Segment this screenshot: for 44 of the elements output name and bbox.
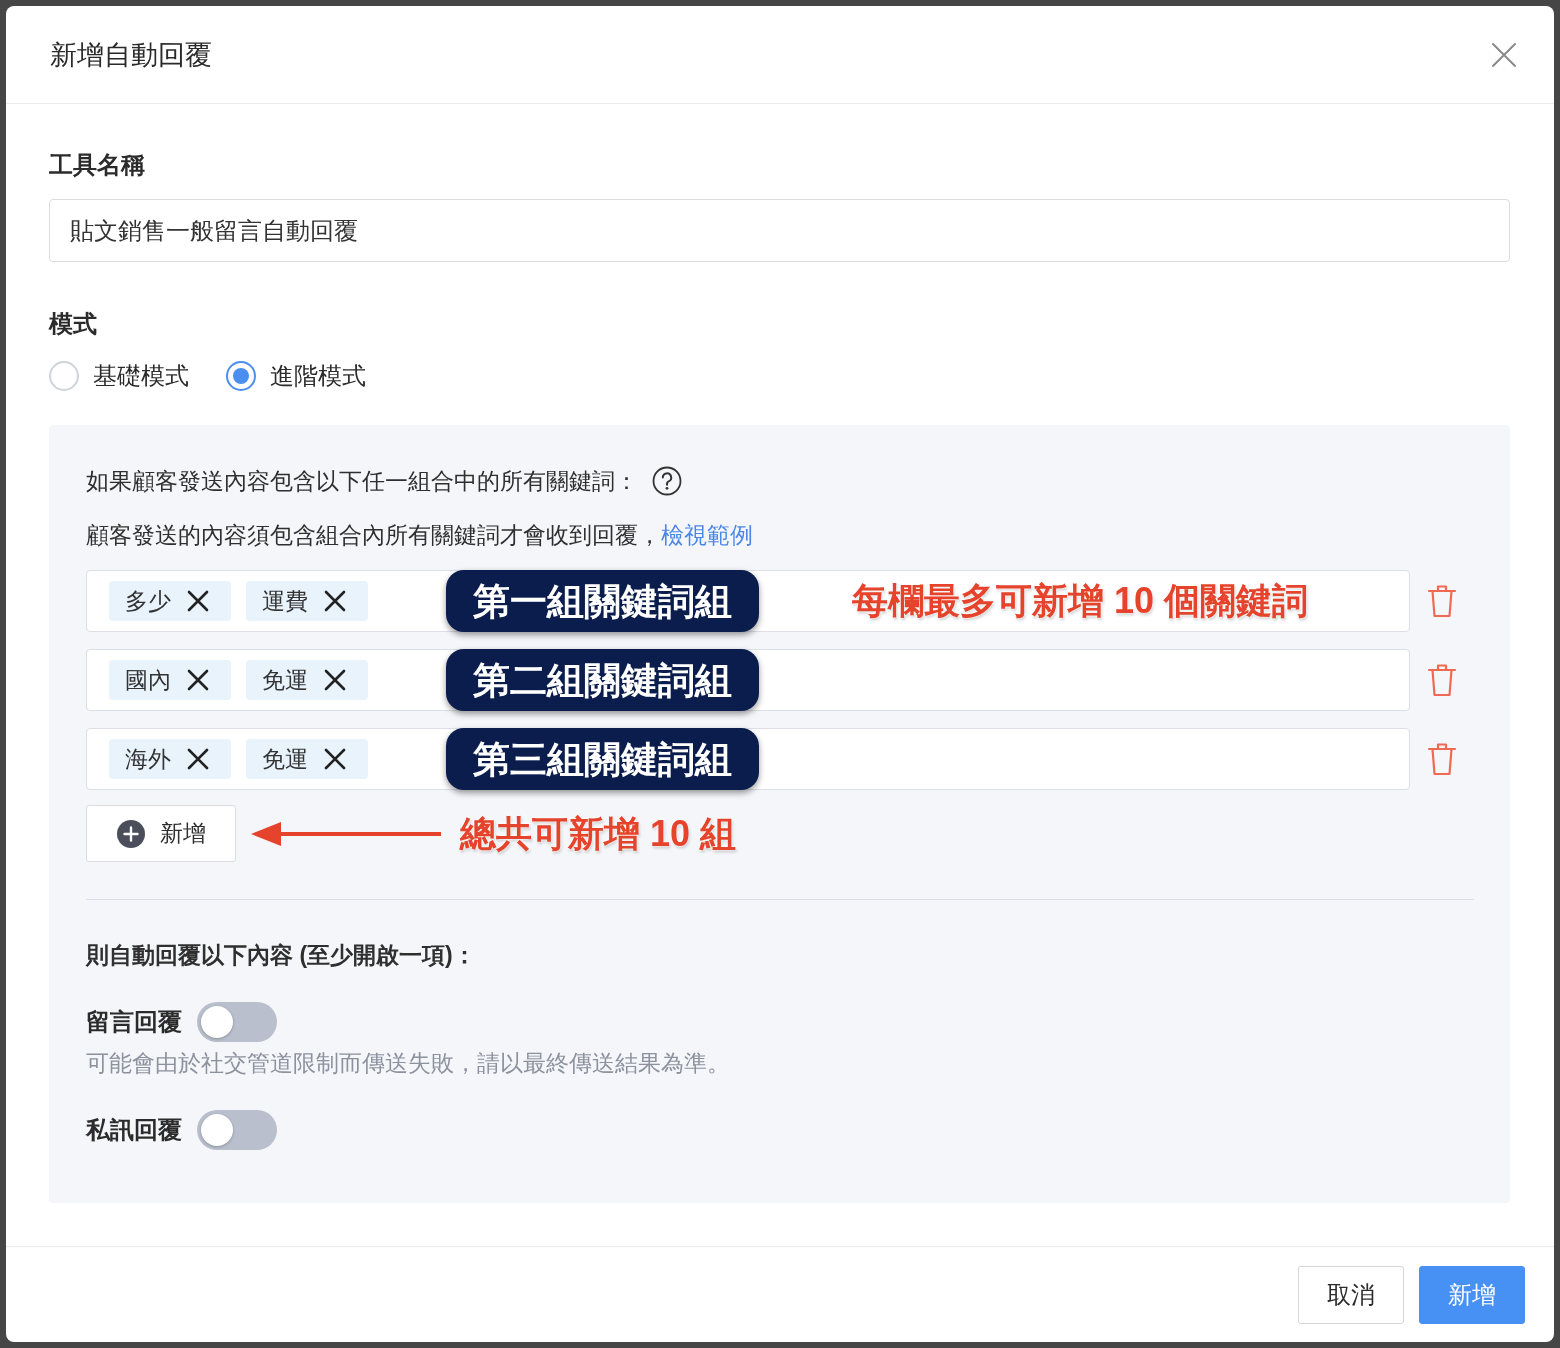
radio-button[interactable] <box>226 361 256 391</box>
remove-icon[interactable] <box>187 669 209 691</box>
keyword-text: 多少 <box>125 587 171 616</box>
cancel-button[interactable]: 取消 <box>1298 1265 1404 1324</box>
keyword-text: 海外 <box>125 745 171 774</box>
keyword-group-field[interactable]: 海外 免運 第三組關鍵詞組 <box>86 728 1410 790</box>
annotation-label: 第三組關鍵詞組 <box>446 728 759 790</box>
dialog-title: 新增自動回覆 <box>50 38 212 72</box>
radio-button[interactable] <box>49 361 79 391</box>
remove-icon[interactable] <box>187 590 209 612</box>
remove-icon[interactable] <box>324 590 346 612</box>
hint-text: 顧客發送的內容須包含組合內所有關鍵詞才會收到回覆，檢視範例 <box>86 521 754 550</box>
keyword-text: 運費 <box>262 587 308 616</box>
add-button[interactable]: 新增 <box>86 805 236 862</box>
keyword-text: 國內 <box>125 666 171 695</box>
annotation-label: 第一組關鍵詞組 <box>446 570 759 632</box>
field-label: 工具名稱 <box>49 150 146 180</box>
toggle-label: 留言回覆 <box>86 1007 182 1037</box>
annotation-label: 第二組關鍵詞組 <box>446 649 759 711</box>
remove-icon[interactable] <box>324 748 346 770</box>
name-input[interactable]: 貼文銷售一般留言自動回覆 <box>49 199 1510 262</box>
annotation-note: 總共可新增 10 組 <box>460 811 737 856</box>
keyword-text: 免運 <box>262 666 308 695</box>
toggle-switch[interactable] <box>197 1110 277 1150</box>
keyword-group-field[interactable]: 多少 運費 第一組關鍵詞組 每欄最多可新增 10 個關鍵詞 <box>86 570 1410 632</box>
help-icon[interactable] <box>652 466 682 496</box>
radio-label[interactable]: 基礎模式 <box>93 359 189 393</box>
hint-text: 可能會由於社交管道限制而傳送失敗，請以最終傳送結果為準。 <box>86 1049 731 1078</box>
radio-label[interactable]: 進階模式 <box>270 359 366 393</box>
toggle-switch[interactable] <box>197 1002 277 1042</box>
keyword-group-field[interactable]: 國內 免運 第二組關鍵詞組 <box>86 649 1410 711</box>
toggle-label: 私訊回覆 <box>86 1115 182 1145</box>
remove-icon[interactable] <box>187 748 209 770</box>
field-label: 模式 <box>49 309 98 339</box>
trash-icon[interactable] <box>1427 584 1457 618</box>
condition-text: 如果顧客發送內容包含以下任一組合中的所有關鍵詞： <box>86 467 638 496</box>
remove-icon[interactable] <box>324 669 346 691</box>
annotation-note: 每欄最多可新增 10 個關鍵詞 <box>852 579 1309 623</box>
section-heading: 則自動回覆以下內容 (至少開啟一項)： <box>86 941 477 970</box>
trash-icon[interactable] <box>1427 742 1457 776</box>
trash-icon[interactable] <box>1427 663 1457 697</box>
plus-icon <box>116 819 145 848</box>
keyword-text: 免運 <box>262 745 308 774</box>
close-icon[interactable] <box>1491 41 1517 68</box>
